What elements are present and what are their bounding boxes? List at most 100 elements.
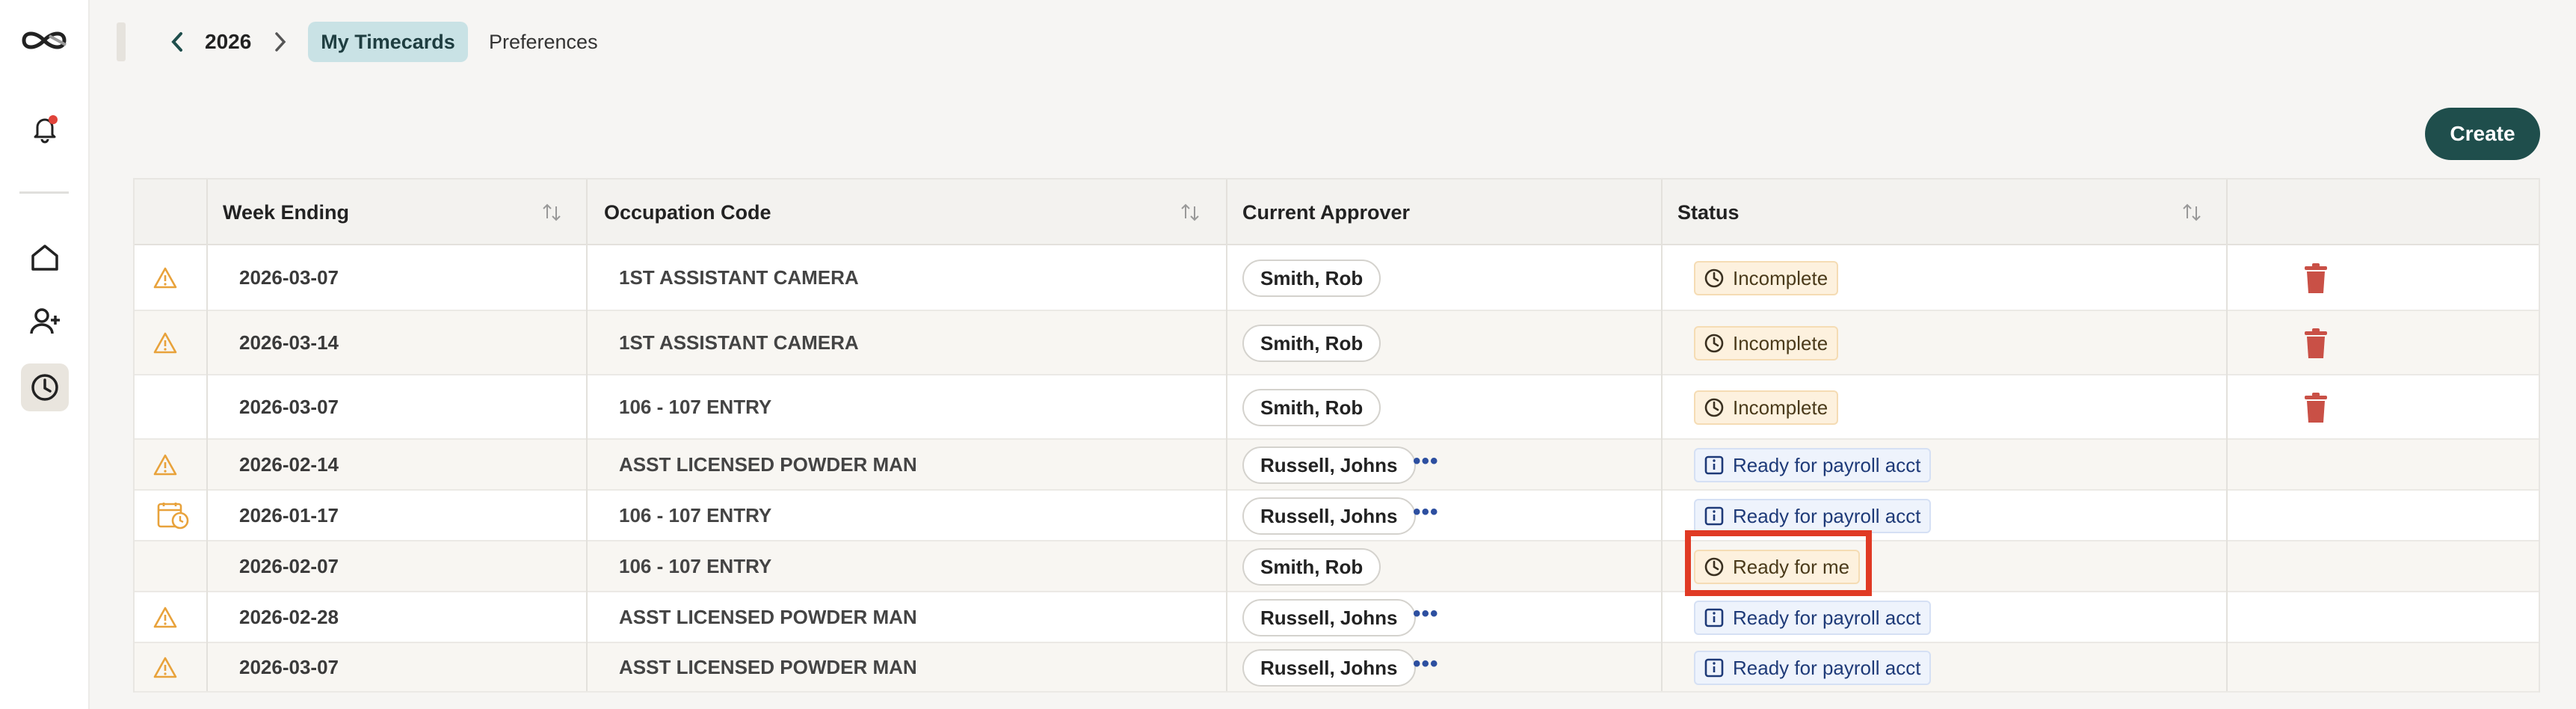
home-icon	[31, 245, 58, 271]
approver-chip[interactable]: Smith, Rob	[1242, 325, 1381, 362]
status-badge: Incomplete	[1694, 326, 1839, 360]
week-ending-cell: 2026-02-07	[239, 554, 339, 577]
sidebar-item-timecards[interactable]	[21, 363, 69, 411]
status-badge: Ready for payroll acct	[1694, 651, 1932, 685]
occupation-cell: ASST LICENSED POWDER MAN	[619, 655, 917, 678]
table-row[interactable]: 2026-03-07 106 - 107 ENTRY Smith, Rob Incom…	[135, 375, 2539, 440]
warning-icon[interactable]	[152, 266, 181, 294]
next-year-button[interactable]	[269, 27, 292, 57]
header-current-approver: Current Approver	[1242, 200, 1411, 224]
table-row[interactable]: 2026-01-17 106 - 107 ENTRY Russell, Johns •…	[135, 491, 2539, 541]
sidebar-item-home[interactable]	[21, 233, 69, 281]
sidebar-item-add-user[interactable]	[21, 298, 69, 346]
info-icon	[1703, 454, 1725, 476]
year-label: 2026	[205, 30, 252, 53]
add-user-icon	[30, 308, 60, 334]
clock-icon	[1703, 332, 1725, 354]
table-row[interactable]: 2026-03-07 ASST LICENSED POWDER MAN Russel…	[135, 643, 2539, 693]
clock-icon	[31, 374, 58, 401]
column-divider	[1661, 179, 1663, 691]
status-label: Ready for payroll acct	[1733, 453, 1921, 476]
more-approvers-icon[interactable]: •••	[1413, 653, 1439, 675]
week-ending-cell: 2026-02-14	[239, 452, 339, 476]
header-status[interactable]: Status	[1677, 179, 1740, 245]
status-label: Incomplete	[1733, 331, 1828, 354]
table-row[interactable]: 2026-02-28 ASST LICENSED POWDER MAN Russel…	[135, 592, 2539, 643]
chevron-right-icon	[275, 32, 286, 52]
notifications-button[interactable]	[19, 103, 70, 154]
trash-icon[interactable]	[2301, 327, 2331, 360]
info-icon	[1703, 607, 1725, 629]
warning-icon[interactable]	[152, 605, 181, 633]
status-badge: Incomplete	[1694, 390, 1839, 425]
clock-icon	[1703, 267, 1725, 289]
table-header: Week Ending Occupation Code Current Appr…	[135, 179, 2539, 245]
approver-chip[interactable]: Russell, Johns	[1242, 599, 1416, 636]
warning-icon[interactable]	[152, 452, 181, 481]
status-label: Incomplete	[1733, 396, 1828, 419]
occupation-cell: ASST LICENSED POWDER MAN	[619, 605, 917, 628]
clock-icon	[1703, 396, 1725, 419]
create-button[interactable]: Create	[2425, 108, 2540, 160]
table-row[interactable]: 2026-03-14 1ST ASSISTANT CAMERA Smith, Rob…	[135, 311, 2539, 375]
column-divider	[1226, 179, 1227, 691]
sidebar-toggle-handle[interactable]	[117, 22, 126, 61]
info-icon	[1703, 505, 1725, 527]
sidebar	[0, 0, 90, 709]
info-icon	[1703, 657, 1725, 679]
bell-icon	[34, 115, 58, 144]
status-label: Ready for payroll acct	[1733, 656, 1921, 679]
more-approvers-icon[interactable]: •••	[1413, 450, 1439, 473]
week-ending-cell: 2026-03-07	[239, 266, 339, 289]
table-row[interactable]: 2026-02-07 106 - 107 ENTRY Smith, Rob Ready…	[135, 541, 2539, 592]
chevron-left-icon	[171, 32, 182, 52]
occupation-cell: ASST LICENSED POWDER MAN	[619, 452, 917, 476]
occupation-cell: 106 - 107 ENTRY	[619, 503, 772, 527]
timecards-table: Week Ending Occupation Code Current Appr…	[133, 178, 2540, 693]
approver-chip[interactable]: Smith, Rob	[1242, 548, 1381, 586]
table-row[interactable]: 2026-02-14 ASST LICENSED POWDER MAN Russel…	[135, 440, 2539, 491]
approver-chip[interactable]: Russell, Johns	[1242, 497, 1416, 535]
previous-year-button[interactable]	[166, 27, 188, 57]
calendar-clock-icon[interactable]	[157, 502, 190, 530]
status-label: Ready for payroll acct	[1733, 504, 1921, 527]
trash-icon[interactable]	[2301, 391, 2331, 424]
status-badge: Ready for payroll acct	[1694, 601, 1932, 635]
trash-icon[interactable]	[2301, 262, 2331, 295]
week-ending-cell: 2026-02-28	[239, 605, 339, 628]
approver-chip[interactable]: Smith, Rob	[1242, 389, 1381, 426]
status-badge: Ready for payroll acct	[1694, 499, 1932, 533]
more-approvers-icon[interactable]: •••	[1413, 603, 1439, 625]
warning-icon[interactable]	[152, 655, 181, 684]
occupation-cell: 1ST ASSISTANT CAMERA	[619, 331, 859, 354]
status-badge: Ready for payroll acct	[1694, 448, 1932, 482]
status-label: Ready for payroll acct	[1733, 606, 1921, 629]
column-divider	[586, 179, 588, 691]
header-occupation-code[interactable]: Occupation Code	[604, 179, 771, 245]
sort-icon[interactable]	[1180, 202, 1201, 223]
warning-icon[interactable]	[152, 331, 181, 359]
status-label: Incomplete	[1733, 266, 1828, 289]
highlight-box	[1685, 530, 1872, 596]
occupation-cell: 106 - 107 ENTRY	[619, 395, 772, 418]
sort-icon[interactable]	[2181, 202, 2202, 223]
tab-my-timecards[interactable]: My Timecards	[308, 22, 468, 62]
header-week-ending[interactable]: Week Ending	[223, 179, 349, 245]
column-divider	[206, 179, 208, 691]
approver-chip[interactable]: Russell, Johns	[1242, 446, 1416, 484]
week-ending-cell: 2026-01-17	[239, 503, 339, 527]
week-ending-cell: 2026-03-14	[239, 331, 339, 354]
column-divider	[2226, 179, 2228, 691]
status-badge: Incomplete	[1694, 261, 1839, 295]
sidebar-divider	[19, 191, 69, 194]
sort-icon[interactable]	[541, 202, 562, 223]
infinity-logo-icon[interactable]	[19, 27, 69, 54]
table-row[interactable]: 2026-03-07 1ST ASSISTANT CAMERA Smith, Rob…	[135, 245, 2539, 311]
occupation-cell: 106 - 107 ENTRY	[619, 554, 772, 577]
week-ending-cell: 2026-03-07	[239, 395, 339, 418]
week-ending-cell: 2026-03-07	[239, 655, 339, 678]
tab-preferences[interactable]: Preferences	[489, 28, 598, 55]
approver-chip[interactable]: Smith, Rob	[1242, 260, 1381, 297]
more-approvers-icon[interactable]: •••	[1413, 501, 1439, 524]
approver-chip[interactable]: Russell, Johns	[1242, 649, 1416, 687]
